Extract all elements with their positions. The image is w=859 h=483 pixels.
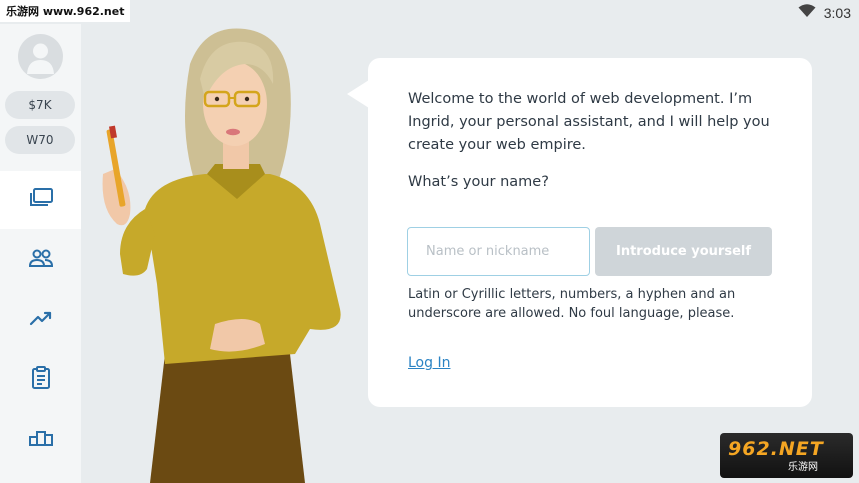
status-time: 3:03 [823, 4, 851, 21]
stats-trending-icon [28, 307, 54, 333]
nav-team[interactable] [0, 231, 81, 289]
introduce-yourself-button[interactable]: Introduce yourself [595, 227, 772, 276]
projects-window-icon [28, 187, 54, 213]
nav-stats[interactable] [0, 291, 81, 349]
tasks-clipboard-icon [28, 366, 54, 394]
sidebar: $7K W70 [0, 24, 81, 483]
status-indicators: 3:03 [798, 3, 851, 22]
speech-bubble-tail [347, 80, 369, 108]
nav-tasks[interactable] [0, 351, 81, 409]
watermark-sub-text: 乐游网 [788, 462, 818, 473]
watermark-main-text: 962.NET [728, 438, 824, 460]
name-input[interactable] [407, 227, 590, 276]
name-question: What’s your name? [408, 174, 549, 190]
nav-projects[interactable] [0, 171, 81, 229]
assistant-character-illustration [95, 24, 365, 483]
site-logo-watermark: 962.NET 乐游网 [720, 433, 853, 478]
nav-ranking[interactable] [0, 411, 81, 469]
welcome-message: Welcome to the world of web development.… [408, 91, 770, 153]
wifi-icon [798, 3, 816, 22]
currency-balance-badge[interactable]: W70 [5, 126, 75, 154]
site-watermark: 乐游网 www.962.net [0, 0, 131, 22]
ranking-podium-icon [28, 427, 54, 453]
user-avatar-icon[interactable] [18, 34, 63, 79]
login-link[interactable]: Log In [408, 355, 450, 371]
team-people-icon [28, 247, 54, 273]
status-bar: 乐游网 www.962.net 3:03 [0, 0, 859, 24]
name-rules-hint: Latin or Cyrillic letters, numbers, a hy… [408, 287, 736, 321]
money-balance-badge[interactable]: $7K [5, 91, 75, 119]
